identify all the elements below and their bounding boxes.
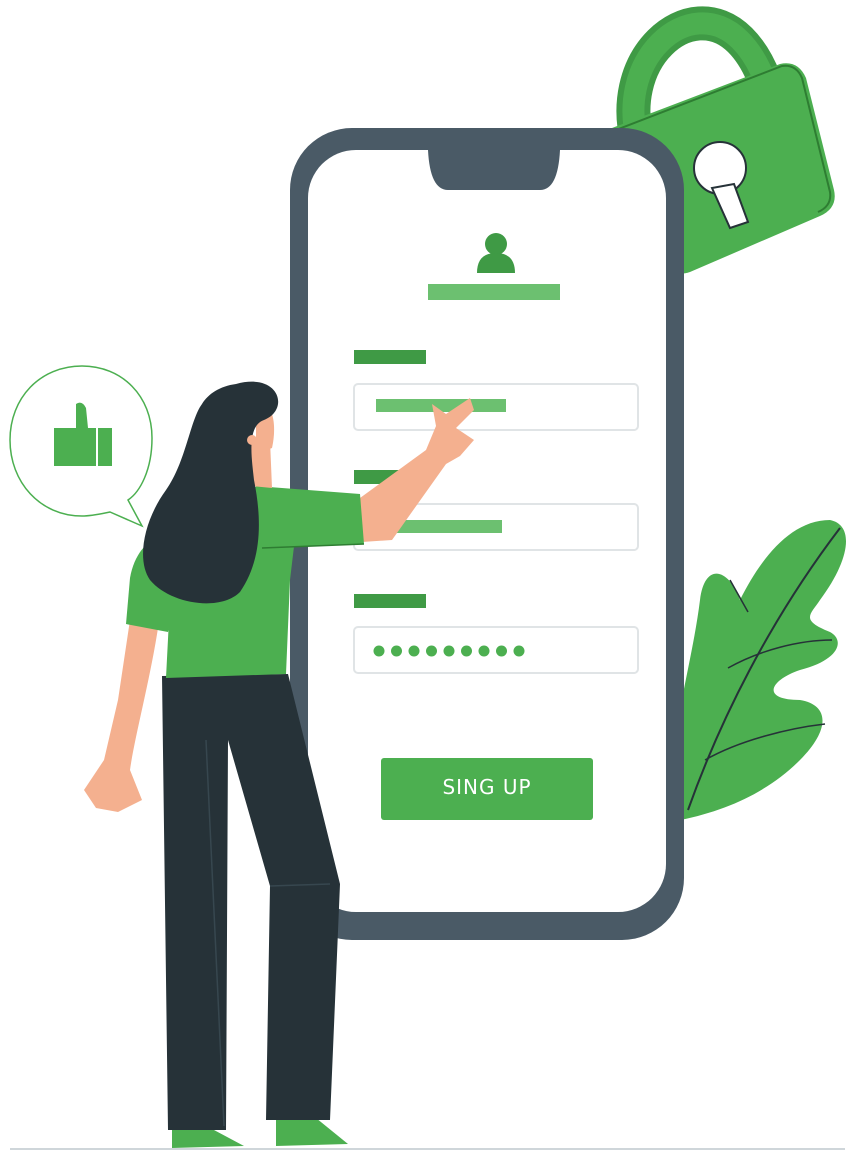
signup-button-label: SING UP <box>442 775 531 799</box>
signup-button[interactable]: SING UP <box>381 758 593 820</box>
password-dot <box>513 645 525 657</box>
password-dot <box>443 645 455 657</box>
password-dot <box>391 645 402 657</box>
password-dots <box>373 645 525 657</box>
password-dot <box>496 645 507 657</box>
password-dot <box>426 645 437 657</box>
signup-illustration: SING UP <box>9 6 847 1150</box>
profile-title-placeholder <box>428 284 560 300</box>
phone-notch <box>418 146 570 190</box>
password-dot <box>408 645 420 657</box>
field-label-3 <box>354 594 426 608</box>
password-dot <box>373 645 385 657</box>
field-label-1 <box>354 350 426 364</box>
password-dot <box>461 645 472 657</box>
leaf-icon <box>673 520 847 820</box>
username-value <box>376 399 506 412</box>
password-dot <box>478 645 490 657</box>
